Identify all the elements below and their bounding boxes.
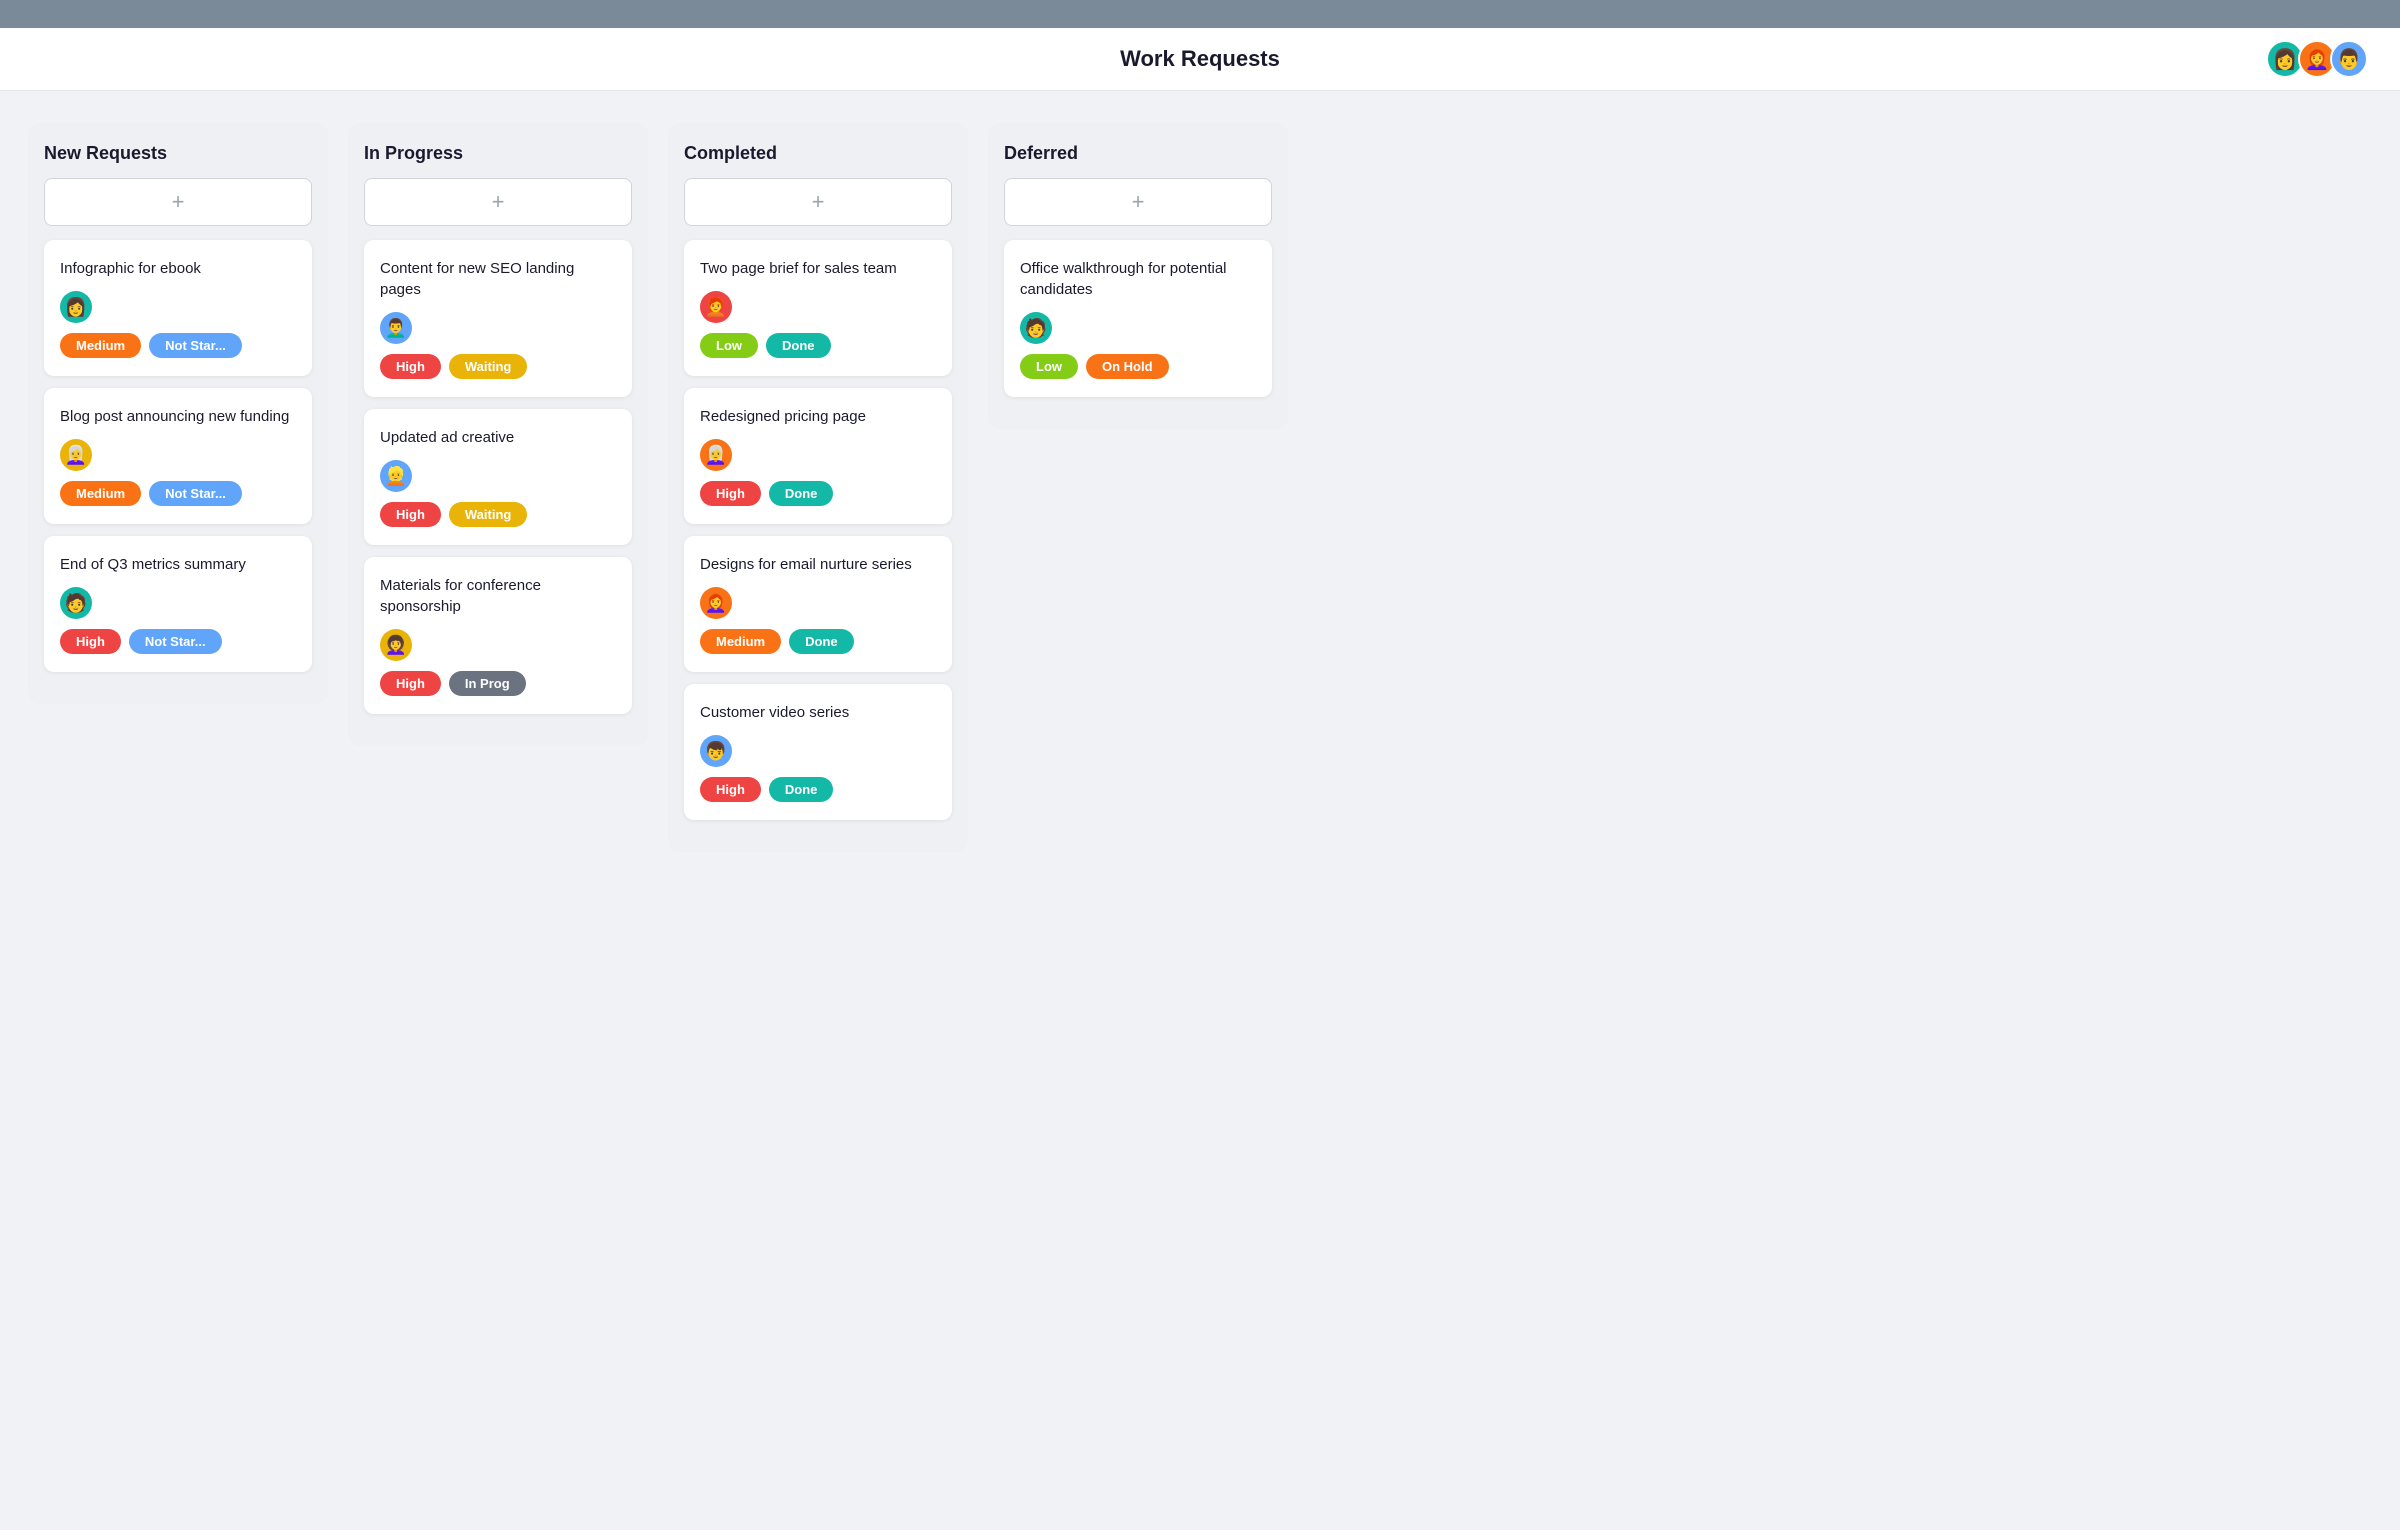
status-badge: Done <box>769 777 834 802</box>
priority-badge: Low <box>1020 354 1078 379</box>
card[interactable]: Customer video series 👦 High Done <box>684 684 952 820</box>
card[interactable]: Updated ad creative 👱 High Waiting <box>364 409 632 545</box>
card[interactable]: Blog post announcing new funding 👩‍🦳 Mediu… <box>44 388 312 524</box>
card[interactable]: Materials for conference sponsorship 👩‍🦱 H… <box>364 557 632 714</box>
priority-badge: Medium <box>60 333 141 358</box>
card-title: Customer video series <box>700 702 936 723</box>
card-badges: High Waiting <box>380 502 616 527</box>
card[interactable]: Redesigned pricing page 👩‍🦳 High Done <box>684 388 952 524</box>
card-avatar: 👩 <box>60 291 92 323</box>
board: New Requests + Infographic for ebook 👩 Mediu… <box>0 91 2400 884</box>
column-deferred: Deferred + Office walkthrough for potentia… <box>988 123 1288 429</box>
card-badges: High Done <box>700 777 936 802</box>
top-bar <box>0 0 2400 28</box>
priority-badge: High <box>380 502 441 527</box>
priority-badge: High <box>380 354 441 379</box>
card-badges: Medium Not Star... <box>60 481 296 506</box>
card-badges: Low Done <box>700 333 936 358</box>
card-title: End of Q3 metrics summary <box>60 554 296 575</box>
status-badge: Waiting <box>449 502 527 527</box>
status-badge: In Prog <box>449 671 526 696</box>
card-avatar: 👩‍🦳 <box>700 439 732 471</box>
card[interactable]: Two page brief for sales team 🧑‍🦰 Low Done <box>684 240 952 376</box>
status-badge: Waiting <box>449 354 527 379</box>
add-card-button-completed[interactable]: + <box>684 178 952 226</box>
add-card-button-in-progress[interactable]: + <box>364 178 632 226</box>
card-title: Infographic for ebook <box>60 258 296 279</box>
status-badge: Not Star... <box>149 481 242 506</box>
card-title: Content for new SEO landing pages <box>380 258 616 300</box>
card[interactable]: Designs for email nurture series 👩‍🦰 Mediu… <box>684 536 952 672</box>
column-header-deferred: Deferred <box>1004 143 1272 164</box>
card[interactable]: Infographic for ebook 👩 Medium Not Star... <box>44 240 312 376</box>
priority-badge: Low <box>700 333 758 358</box>
card-avatar: 🧑‍🦰 <box>700 291 732 323</box>
status-badge: Not Star... <box>149 333 242 358</box>
card-title: Materials for conference sponsorship <box>380 575 616 617</box>
header-avatar: 👨 <box>2330 40 2368 78</box>
card-avatar: 👩‍🦰 <box>700 587 732 619</box>
column-completed: Completed + Two page brief for sales team 🧑… <box>668 123 968 852</box>
column-header-completed: Completed <box>684 143 952 164</box>
card-avatar: 🧑 <box>60 587 92 619</box>
status-badge: On Hold <box>1086 354 1169 379</box>
status-badge: Done <box>769 481 834 506</box>
card-badges: Medium Not Star... <box>60 333 296 358</box>
card[interactable]: Content for new SEO landing pages 👨‍🦱 High… <box>364 240 632 397</box>
card-badges: High Not Star... <box>60 629 296 654</box>
card-title: Designs for email nurture series <box>700 554 936 575</box>
card-title: Blog post announcing new funding <box>60 406 296 427</box>
card-badges: High Done <box>700 481 936 506</box>
priority-badge: High <box>700 481 761 506</box>
page-title: Work Requests <box>1120 46 1280 72</box>
card-title: Office walkthrough for potential candida… <box>1020 258 1256 300</box>
card-avatar: 👩‍🦳 <box>60 439 92 471</box>
priority-badge: Medium <box>60 481 141 506</box>
column-in-progress: In Progress + Content for new SEO landing … <box>348 123 648 746</box>
priority-badge: Medium <box>700 629 781 654</box>
card-avatar: 🧑 <box>1020 312 1052 344</box>
add-card-button-deferred[interactable]: + <box>1004 178 1272 226</box>
card-title: Updated ad creative <box>380 427 616 448</box>
priority-badge: High <box>380 671 441 696</box>
card-avatar: 👨‍🦱 <box>380 312 412 344</box>
status-badge: Not Star... <box>129 629 222 654</box>
status-badge: Done <box>766 333 831 358</box>
card-title: Redesigned pricing page <box>700 406 936 427</box>
priority-badge: High <box>60 629 121 654</box>
card-title: Two page brief for sales team <box>700 258 936 279</box>
column-header-in-progress: In Progress <box>364 143 632 164</box>
card[interactable]: End of Q3 metrics summary 🧑 High Not Star..… <box>44 536 312 672</box>
card[interactable]: Office walkthrough for potential candida… <box>1004 240 1272 397</box>
priority-badge: High <box>700 777 761 802</box>
header-avatars: 👩👩‍🦰👨 <box>2272 40 2368 78</box>
card-avatar: 👱 <box>380 460 412 492</box>
header: Work Requests 👩👩‍🦰👨 <box>0 28 2400 91</box>
card-badges: High In Prog <box>380 671 616 696</box>
card-badges: High Waiting <box>380 354 616 379</box>
card-avatar: 👩‍🦱 <box>380 629 412 661</box>
card-badges: Medium Done <box>700 629 936 654</box>
status-badge: Done <box>789 629 854 654</box>
card-avatar: 👦 <box>700 735 732 767</box>
card-badges: Low On Hold <box>1020 354 1256 379</box>
column-new-requests: New Requests + Infographic for ebook 👩 Mediu… <box>28 123 328 704</box>
add-card-button-new-requests[interactable]: + <box>44 178 312 226</box>
column-header-new-requests: New Requests <box>44 143 312 164</box>
